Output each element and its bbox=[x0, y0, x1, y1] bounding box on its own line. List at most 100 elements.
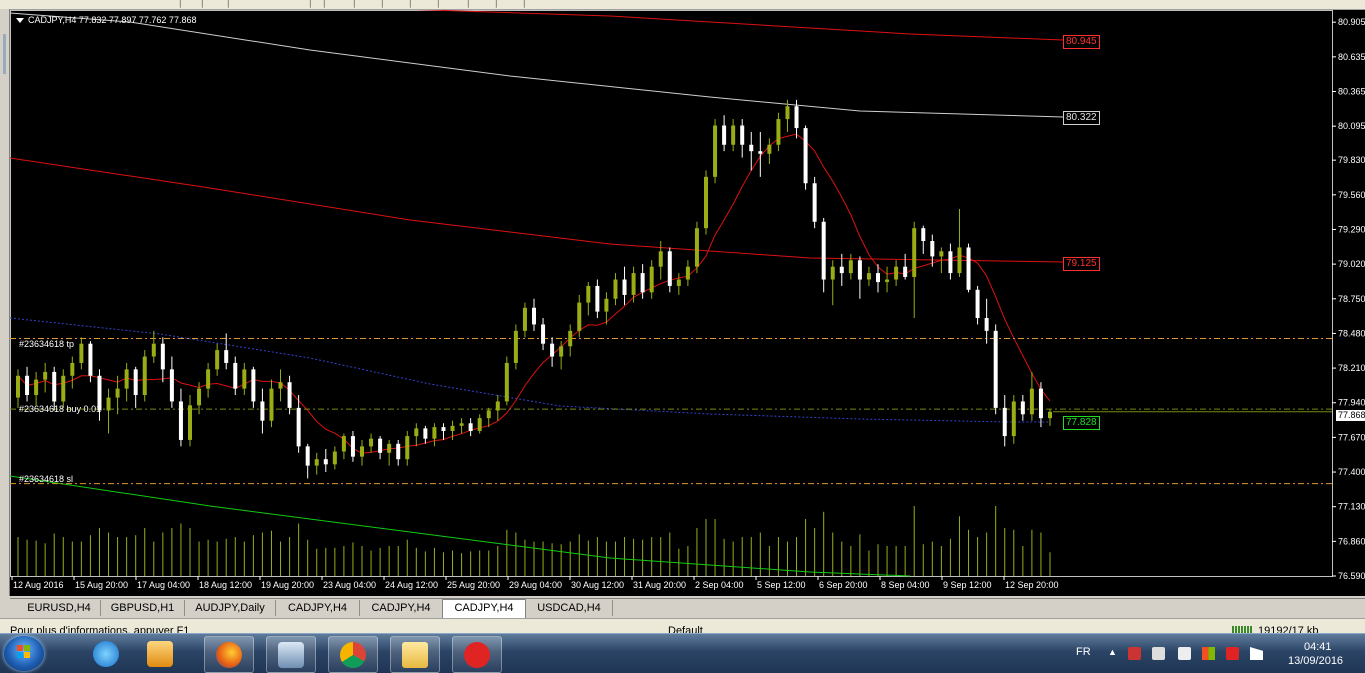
candle-body bbox=[369, 438, 374, 447]
dropdown-triangle-icon[interactable] bbox=[16, 18, 24, 24]
order-label-sl: #23634618 sl bbox=[19, 474, 74, 484]
time-tick-label: 15 Aug 20:00 bbox=[75, 580, 128, 590]
candle-body bbox=[921, 228, 926, 242]
candle-body bbox=[731, 125, 736, 145]
price-tick-label: 78.750 bbox=[1338, 294, 1365, 304]
candle-body bbox=[178, 401, 183, 440]
candle-body bbox=[541, 324, 546, 344]
tab-eurusd-h4[interactable]: EURUSD,H4 bbox=[18, 600, 101, 616]
candle-body bbox=[776, 119, 781, 145]
candle-body bbox=[160, 343, 165, 370]
candle-body bbox=[857, 260, 862, 280]
candle-body bbox=[43, 371, 48, 380]
toolbar-button[interactable]: │ bbox=[308, 0, 312, 8]
tab-cadjpy-h4-active[interactable]: CADJPY,H4 bbox=[442, 599, 526, 618]
toolbar-button[interactable]: │ bbox=[522, 0, 526, 8]
start-button[interactable] bbox=[4, 636, 44, 671]
language-indicator[interactable]: FR bbox=[1076, 646, 1091, 658]
remote-button[interactable] bbox=[266, 636, 316, 673]
toolbar-button[interactable]: │ bbox=[436, 0, 440, 8]
toolbar-button[interactable]: │ bbox=[466, 0, 470, 8]
candle-body bbox=[758, 151, 763, 154]
time-tick-label: 8 Sep 04:00 bbox=[881, 580, 930, 590]
candle-body bbox=[749, 144, 754, 152]
tab-cadjpy-h4-2[interactable]: CADJPY,H4 bbox=[360, 600, 443, 616]
candle-body bbox=[115, 388, 120, 398]
explorer-button[interactable] bbox=[390, 636, 440, 673]
toolbar-button[interactable]: │ bbox=[322, 0, 326, 8]
firefox-button[interactable] bbox=[204, 636, 254, 673]
clock-date[interactable]: 13/09/2016 bbox=[1288, 655, 1343, 667]
candle-body bbox=[613, 279, 618, 299]
candle-body bbox=[495, 401, 500, 411]
windows-update-icon[interactable] bbox=[1202, 647, 1215, 660]
pushbullet-button[interactable] bbox=[452, 636, 502, 673]
candle-body bbox=[957, 247, 962, 274]
candle-body bbox=[387, 443, 392, 453]
price-tick-label: 77.400 bbox=[1338, 467, 1365, 477]
tab-gbpusd-h1[interactable]: GBPUSD,H1 bbox=[101, 600, 185, 616]
tray-expand-icon[interactable]: ▲ bbox=[1108, 647, 1117, 657]
candle-body bbox=[124, 369, 129, 389]
time-tick-label: 6 Sep 20:00 bbox=[819, 580, 868, 590]
time-tick-label: 12 Sep 20:00 bbox=[1005, 580, 1059, 590]
candle-body bbox=[486, 410, 491, 419]
frame-handle[interactable] bbox=[3, 34, 6, 74]
toolbar-button[interactable]: │ bbox=[494, 0, 498, 8]
candle-body bbox=[504, 362, 509, 402]
sync-icon[interactable] bbox=[1152, 647, 1165, 660]
price-tick-label: 80.095 bbox=[1338, 121, 1365, 131]
candle-body bbox=[876, 273, 880, 283]
toolbar-button[interactable]: │ bbox=[178, 0, 182, 8]
price-chart[interactable]: 80.905 80.635 80.365 80.095 79.830 79.560 79.2… bbox=[10, 10, 1365, 596]
candle-body bbox=[341, 436, 346, 452]
candle-body bbox=[694, 228, 699, 267]
ie-icon bbox=[93, 641, 119, 667]
candle-body bbox=[432, 427, 437, 439]
candle-body bbox=[396, 443, 401, 460]
toolbar: │ │ │ │ │ │ │ │ │ │ │ │ bbox=[0, 0, 1365, 10]
candle-body bbox=[785, 106, 790, 120]
toolbar-button[interactable]: │ bbox=[408, 0, 412, 8]
candle-body bbox=[1048, 411, 1052, 419]
candle-body bbox=[16, 375, 20, 398]
chart-tabs: EURUSD,H4 GBPUSD,H1 AUDJPY,Daily CADJPY,… bbox=[10, 598, 1365, 618]
battery-icon[interactable] bbox=[1178, 647, 1191, 660]
toolbar-button[interactable]: │ bbox=[226, 0, 230, 8]
price-tick-label: 80.365 bbox=[1338, 86, 1365, 96]
candle-body bbox=[740, 125, 745, 145]
flag-icon[interactable] bbox=[1250, 647, 1263, 660]
toolbar-button[interactable]: │ bbox=[352, 0, 356, 8]
time-tick-label: 29 Aug 04:00 bbox=[509, 580, 562, 590]
candle-body bbox=[522, 307, 527, 331]
candle-body bbox=[550, 343, 555, 357]
clock-time[interactable]: 04:41 bbox=[1304, 641, 1332, 653]
time-tick-label: 24 Aug 12:00 bbox=[385, 580, 438, 590]
price-tick-label: 79.290 bbox=[1338, 224, 1365, 234]
candle-body bbox=[142, 356, 147, 396]
symbol-info: CADJPY,H4 77.832 77.897 77.762 77.868 bbox=[16, 15, 196, 25]
ie-button[interactable] bbox=[82, 636, 130, 671]
tab-usdcad-h4[interactable]: USDCAD,H4 bbox=[526, 600, 613, 616]
candle-body bbox=[332, 451, 337, 465]
antivirus-icon[interactable] bbox=[1128, 647, 1141, 660]
connection-bars-icon bbox=[1232, 626, 1252, 633]
system-tray: FR ▲ 04:41 13/09/2016 bbox=[1068, 634, 1365, 673]
order-label-buy: #23634618 buy 0.01 bbox=[19, 404, 102, 414]
candle-body bbox=[169, 369, 174, 402]
tab-cadjpy-h4-1[interactable]: CADJPY,H4 bbox=[276, 600, 360, 616]
candle-body bbox=[287, 382, 292, 408]
candle-body bbox=[713, 125, 718, 177]
toolbar-button[interactable]: │ bbox=[200, 0, 204, 8]
candle-body bbox=[305, 446, 310, 466]
security-icon[interactable] bbox=[1226, 647, 1239, 660]
candle-body bbox=[251, 369, 256, 402]
time-tick-label: 18 Aug 12:00 bbox=[199, 580, 252, 590]
tab-audjpy-daily[interactable]: AUDJPY,Daily bbox=[185, 600, 276, 616]
toolbar-button[interactable]: │ bbox=[380, 0, 384, 8]
chrome-button[interactable] bbox=[328, 636, 378, 673]
price-tick-label: 76.590 bbox=[1338, 571, 1365, 581]
media-player-button[interactable] bbox=[136, 636, 184, 671]
candle-body bbox=[405, 436, 410, 460]
candle-body bbox=[1038, 388, 1043, 419]
